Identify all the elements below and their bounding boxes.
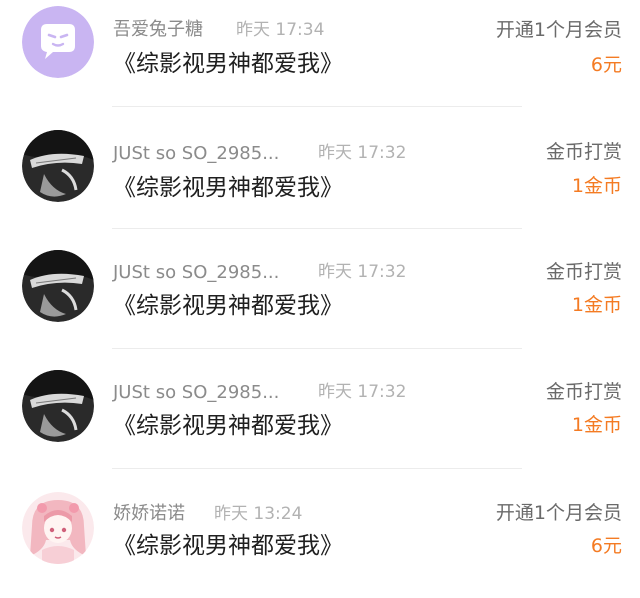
record-time: 昨天 17:32 [318, 262, 407, 282]
divider [112, 106, 522, 107]
book-title[interactable]: 《综影视男神都爱我》 [113, 415, 343, 438]
pink-anime-girl-avatar[interactable] [22, 492, 94, 564]
list-item[interactable]: JUSt so SO_2985... 昨天 17:32 《综影视男神都爱我》 金… [0, 118, 640, 238]
divider [112, 228, 522, 229]
amount-label: 6元 [590, 54, 622, 76]
amount-label: 6元 [590, 535, 622, 557]
book-title[interactable]: 《综影视男神都爱我》 [113, 295, 343, 318]
reward-record-list: 吾爱兔子糖 昨天 17:34 《综影视男神都爱我》 开通1个月会员 6元 JUS… [0, 0, 640, 586]
book-title[interactable]: 《综影视男神都爱我》 [113, 177, 343, 200]
list-item[interactable]: JUSt so SO_2985... 昨天 17:32 《综影视男神都爱我》 金… [0, 238, 640, 358]
user-name[interactable]: JUSt so SO_2985... [113, 384, 279, 402]
user-name[interactable]: 娇娇诺诺 [113, 505, 185, 523]
list-item[interactable]: JUSt so SO_2985... 昨天 17:32 《综影视男神都爱我》 金… [0, 358, 640, 478]
record-time: 昨天 17:32 [318, 382, 407, 402]
divider [112, 348, 522, 349]
black-white-photo-avatar[interactable] [22, 370, 94, 442]
amount-label: 1金币 [571, 175, 622, 197]
purple-chat-bubble-avatar[interactable] [22, 6, 94, 78]
record-time: 昨天 17:34 [236, 20, 325, 40]
book-title[interactable]: 《综影视男神都爱我》 [113, 535, 343, 558]
user-name[interactable]: JUSt so SO_2985... [113, 264, 279, 282]
user-name[interactable]: JUSt so SO_2985... [113, 145, 279, 163]
action-label: 金币打赏 [545, 141, 622, 163]
action-label: 开通1个月会员 [495, 19, 622, 41]
action-label: 金币打赏 [545, 261, 622, 283]
record-time: 昨天 17:32 [318, 143, 407, 163]
amount-label: 1金币 [571, 294, 622, 316]
record-time: 昨天 13:24 [214, 504, 303, 524]
book-title[interactable]: 《综影视男神都爱我》 [113, 53, 343, 76]
action-label: 金币打赏 [545, 381, 622, 403]
list-item[interactable]: 娇娇诺诺 昨天 13:24 《综影视男神都爱我》 开通1个月会员 6元 [0, 478, 640, 598]
list-item[interactable]: 吾爱兔子糖 昨天 17:34 《综影视男神都爱我》 开通1个月会员 6元 [0, 0, 640, 120]
action-label: 开通1个月会员 [495, 502, 622, 524]
user-name[interactable]: 吾爱兔子糖 [113, 21, 203, 39]
amount-label: 1金币 [571, 414, 622, 436]
black-white-photo-avatar[interactable] [22, 130, 94, 202]
black-white-photo-avatar[interactable] [22, 250, 94, 322]
divider [112, 468, 522, 469]
